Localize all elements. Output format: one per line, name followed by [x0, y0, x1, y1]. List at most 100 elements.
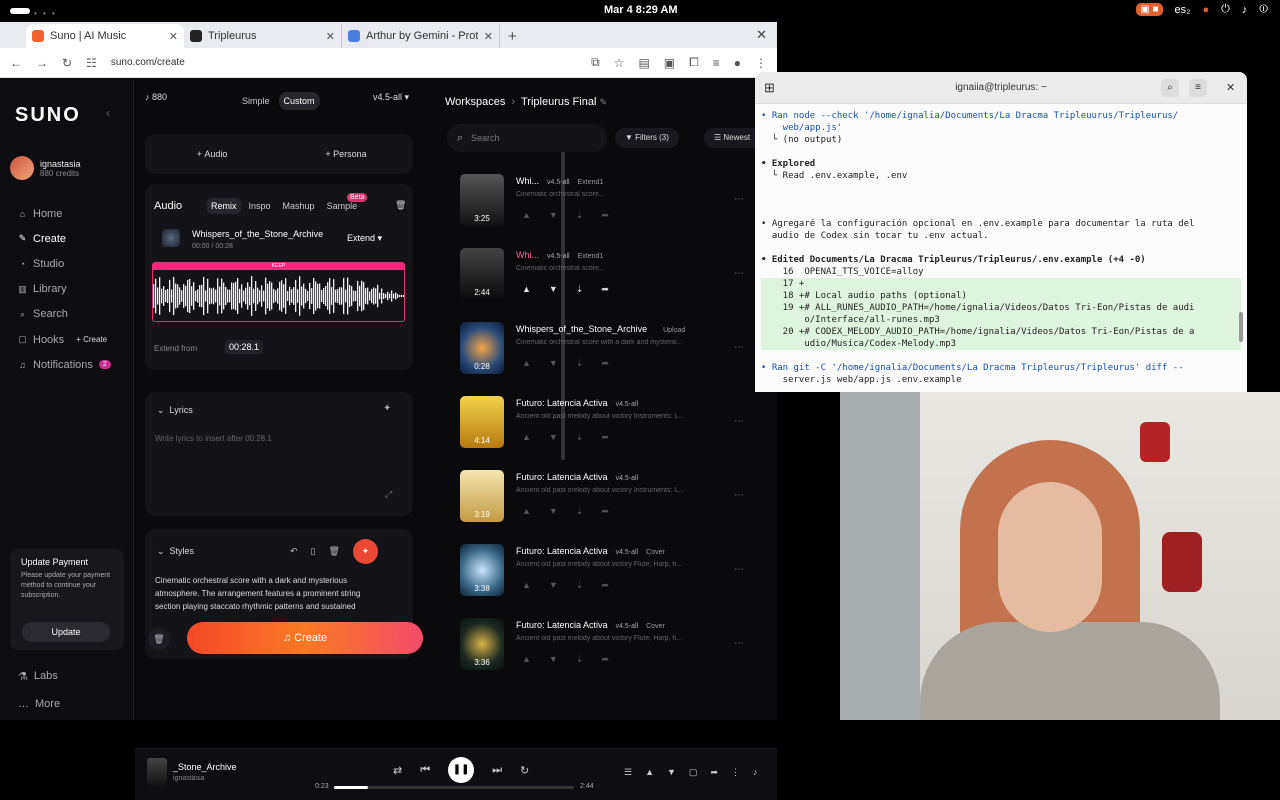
more-icon[interactable]: ⋯ — [734, 194, 744, 205]
thumbs-down-icon[interactable]: ▼ — [667, 767, 676, 778]
thumbs-up-icon[interactable]: ▲ — [522, 580, 531, 591]
share-icon[interactable]: ➦ — [601, 580, 609, 591]
pin-icon[interactable]: ⇣ — [576, 506, 584, 517]
song-title[interactable]: Futuro: Latencia Activa — [516, 472, 608, 482]
sidebar-item-home[interactable]: ⌂ Home — [18, 201, 128, 226]
song-title[interactable]: Futuro: Latencia Activa — [516, 398, 608, 408]
song-row[interactable]: 3:38 Futuro: Latencia Activa v4.5-all Cover… — [460, 544, 760, 610]
volume-icon[interactable]: ♪ — [753, 767, 758, 778]
lyrics-header[interactable]: ⌄ Lyrics — [157, 405, 193, 416]
close-icon[interactable]: ✕ — [1226, 81, 1235, 94]
reload-icon[interactable]: ↻ — [62, 56, 72, 70]
song-title[interactable]: Futuro: Latencia Activa — [516, 620, 608, 630]
more-icon[interactable]: ⋯ — [734, 638, 744, 649]
thumbs-up-icon[interactable]: ▲ — [522, 432, 531, 443]
queue-icon[interactable]: ☰ — [624, 767, 632, 778]
bookmark-star-icon[interactable]: ☆ — [614, 56, 625, 70]
close-window-icon[interactable]: ✕ — [756, 27, 767, 43]
lyrics-magic-wand-icon[interactable]: ✦ — [383, 403, 391, 414]
pin-icon[interactable]: ⇣ — [576, 432, 584, 443]
song-row[interactable]: 3:25 Whi... v4.5-all Extend1 Cinematic orche… — [460, 174, 760, 240]
terminal-output[interactable]: • Ran node --check '/home/ignalia/Docume… — [761, 110, 1241, 386]
extension-icon[interactable]: ▣ — [664, 56, 675, 70]
player-user[interactable]: ignastasia — [173, 775, 205, 782]
more-icon[interactable]: ⋯ — [734, 564, 744, 575]
create-button[interactable]: ♫ Create — [187, 622, 423, 654]
repeat-icon[interactable]: ↻ — [520, 764, 529, 777]
song-title[interactable]: Whi... — [516, 250, 539, 260]
tab-remix[interactable]: Remix — [207, 198, 241, 214]
sidebar-item-create[interactable]: ✎ Create — [18, 226, 128, 251]
menu-dots-icon[interactable]: ⋮ — [755, 56, 767, 70]
more-icon[interactable]: ⋯ — [734, 416, 744, 427]
song-row[interactable]: 4:14 Futuro: Latencia Activa v4.5-all Ancie… — [460, 396, 760, 462]
credits-pill[interactable]: ♪ 880 — [145, 92, 167, 102]
styles-input[interactable]: Cinematic orchestral score with a dark a… — [155, 574, 385, 612]
thumbs-up-icon[interactable]: ▲ — [522, 506, 531, 517]
new-tab-button[interactable]: + — [508, 28, 517, 45]
share-icon[interactable]: ➦ — [601, 432, 609, 443]
waveform[interactable]: KEEP — [152, 262, 405, 322]
add-persona-button[interactable]: + Persona — [279, 134, 413, 174]
tab-mashup[interactable]: Mashup — [279, 198, 319, 214]
song-row[interactable]: 2:44 Whi... v4.5-all Extend1 Cinematic orche… — [460, 248, 760, 314]
lyrics-input[interactable]: Write lyrics to insert after 00:28.1 — [155, 434, 272, 443]
pin-icon[interactable]: ⇣ — [576, 580, 584, 591]
close-tab-icon[interactable]: ✕ — [484, 30, 493, 43]
clock[interactable]: Mar 4 8:29 AM — [604, 4, 678, 16]
delete-style-icon[interactable]: 🗑 — [329, 546, 340, 557]
song-title[interactable]: Futuro: Latencia Activa — [516, 546, 608, 556]
hooks-create-button[interactable]: + Create — [76, 335, 107, 344]
sidebar-item-library[interactable]: ▥ Library — [18, 277, 128, 302]
thumbs-down-icon[interactable]: ▼ — [549, 580, 558, 591]
filters-button[interactable]: ▼ Filters (3) — [615, 128, 679, 148]
seek-bar[interactable] — [334, 786, 574, 789]
thumbs-up-icon[interactable]: ▲ — [645, 767, 654, 778]
sidebar-item-notifications[interactable]: ♫ Notifications 2 — [18, 352, 128, 377]
thumbs-down-icon[interactable]: ▼ — [549, 506, 558, 517]
sidebar-item-labs[interactable]: ⚗ Labs — [18, 662, 128, 690]
puzzle-icon[interactable]: ⧠ — [689, 55, 699, 70]
close-tab-icon[interactable]: ✕ — [169, 30, 178, 43]
system-tray[interactable]: ▣ ■ es₂ ● ⏻ ♪ ⏼ — [1136, 3, 1268, 16]
share-icon[interactable]: ➦ — [601, 284, 609, 295]
install-icon[interactable]: ⧉ — [591, 55, 600, 70]
media-icon[interactable]: ≡ — [713, 56, 720, 70]
pin-icon[interactable]: ⇣ — [576, 284, 584, 295]
sidebar-item-search[interactable]: ⌕ Search — [18, 302, 128, 327]
sidebar-item-hooks[interactable]: ▢ Hooks + Create — [18, 327, 128, 352]
more-icon[interactable]: ⋯ — [734, 490, 744, 501]
suno-logo[interactable]: SUNO — [15, 104, 81, 127]
mode-simple-tab[interactable]: Simple — [237, 92, 275, 110]
thumbs-down-icon[interactable]: ▼ — [549, 210, 558, 221]
next-icon[interactable]: ⏭ — [492, 764, 502, 777]
remove-audio-icon[interactable]: 🗑 — [395, 200, 406, 211]
sidebar-item-studio[interactable]: ◔ Studio — [18, 251, 128, 276]
song-row[interactable]: 0:28 Whispers_of_the_Stone_Archive Upload C… — [460, 322, 760, 388]
url-field[interactable]: suno.com/create — [111, 57, 577, 68]
thumbs-up-icon[interactable]: ▲ — [522, 654, 531, 665]
share-icon[interactable]: ➦ — [601, 210, 609, 221]
activities-button[interactable] — [10, 8, 30, 14]
collapse-sidebar-icon[interactable]: ‹ — [106, 106, 110, 120]
comment-icon[interactable]: ▢ — [689, 767, 698, 778]
player-title[interactable]: _Stone_Archive — [173, 762, 237, 772]
previous-icon[interactable]: ⏮ — [420, 764, 430, 777]
search-input[interactable]: ⌕ Search — [447, 124, 607, 152]
screen-record-icon[interactable]: ▣ ■ — [1136, 3, 1163, 16]
more-icon[interactable]: ⋯ — [734, 268, 744, 279]
thumbs-up-icon[interactable]: ▲ — [522, 284, 531, 295]
thumbs-up-icon[interactable]: ▲ — [522, 358, 531, 369]
thumbs-down-icon[interactable]: ▼ — [549, 358, 558, 369]
thumbs-down-icon[interactable]: ▼ — [549, 654, 558, 665]
browser-tab-arthur[interactable]: Arthur by Gemini - Proto ✕ — [342, 24, 500, 48]
style-magic-icon[interactable]: ✦ — [352, 539, 378, 564]
terminal-scrollbar[interactable] — [1239, 312, 1243, 342]
thumbs-up-icon[interactable]: ▲ — [522, 210, 531, 221]
player-artwork[interactable] — [147, 758, 167, 786]
song-title[interactable]: Whi... — [516, 176, 539, 186]
profile-icon[interactable]: ● — [734, 56, 741, 70]
tab-inspo[interactable]: Inspo — [245, 198, 275, 214]
close-tab-icon[interactable]: ✕ — [326, 30, 335, 43]
add-audio-button[interactable]: + Audio — [145, 134, 279, 174]
